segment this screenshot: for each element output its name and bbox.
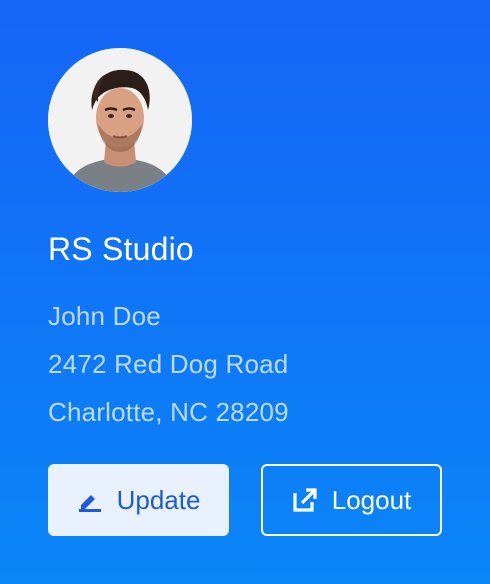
logout-label: Logout [331,484,412,515]
update-label: Update [116,484,201,515]
update-button[interactable]: Update [48,464,229,536]
street-address: 2472 Red Dog Road [48,349,289,379]
contact-name: John Doe [48,301,161,331]
logout-button[interactable]: Logout [261,464,442,536]
address-block: John Doe 2472 Red Dog Road Charlotte, NC… [48,292,289,436]
city-state-zip: Charlotte, NC 28209 [48,397,289,427]
avatar [48,48,192,192]
external-link-icon [292,487,318,513]
company-name: RS Studio [48,231,194,267]
edit-pen-icon [77,488,103,512]
person-portrait-icon [48,48,192,192]
profile-card: RS Studio John Doe 2472 Red Dog Road Cha… [0,0,490,584]
